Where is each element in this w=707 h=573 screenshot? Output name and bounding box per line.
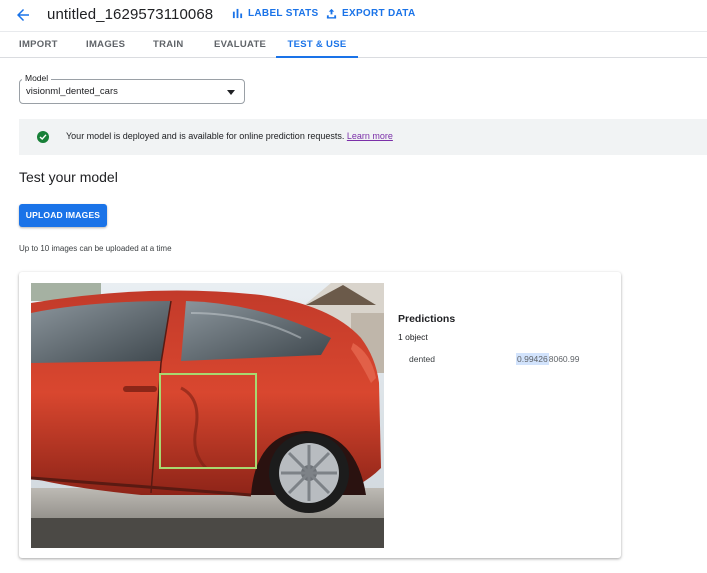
tab-images[interactable]: IMAGES [86, 32, 125, 58]
bar-chart-icon [232, 8, 243, 19]
export-icon [326, 8, 337, 19]
prediction-label: dented [409, 354, 435, 364]
model-select-label: Model [22, 73, 52, 83]
tab-train[interactable]: TRAIN [153, 32, 183, 58]
prediction-card: Predictions 1 object dented 0.994268060.… [19, 272, 621, 558]
prediction-score-rest: 8060.99 [548, 354, 580, 364]
label-stats-button[interactable]: LABEL STATS [232, 8, 319, 19]
test-image [31, 283, 384, 548]
export-data-label: EXPORT DATA [342, 8, 416, 19]
upload-images-button[interactable]: UPLOAD IMAGES [19, 204, 107, 227]
prediction-score: 0.994268060.99 [516, 352, 579, 366]
tab-bar: IMPORT IMAGES TRAIN EVALUATE TEST & USE [0, 31, 707, 58]
dropdown-arrow-icon [227, 90, 235, 95]
back-arrow-icon[interactable] [14, 6, 32, 24]
dataset-title: untitled_1629573110068 [47, 6, 214, 23]
tab-evaluate[interactable]: EVALUATE [214, 32, 266, 58]
check-circle-icon [37, 131, 49, 143]
section-heading: Test your model [19, 169, 118, 185]
banner-message: Your model is deployed and is available … [66, 131, 393, 141]
learn-more-link[interactable]: Learn more [347, 131, 393, 141]
app-header: untitled_1629573110068 LABEL STATS EXPOR… [0, 0, 707, 30]
predictions-title: Predictions [398, 313, 456, 325]
model-select-value: visionml_dented_cars [26, 86, 118, 97]
prediction-score-highlight: 0.99426 [516, 353, 549, 365]
label-stats-label: LABEL STATS [248, 8, 319, 19]
predictions-count: 1 object [398, 332, 428, 342]
tab-test-and-use[interactable]: TEST & USE [276, 32, 358, 58]
upload-hint: Up to 10 images can be uploaded at a tim… [19, 244, 172, 253]
tab-import[interactable]: IMPORT [19, 32, 57, 58]
export-data-button[interactable]: EXPORT DATA [326, 8, 416, 19]
deployment-status-banner: Your model is deployed and is available … [19, 119, 707, 155]
model-select[interactable]: visionml_dented_cars [19, 79, 245, 104]
banner-text: Your model is deployed and is available … [66, 131, 345, 141]
